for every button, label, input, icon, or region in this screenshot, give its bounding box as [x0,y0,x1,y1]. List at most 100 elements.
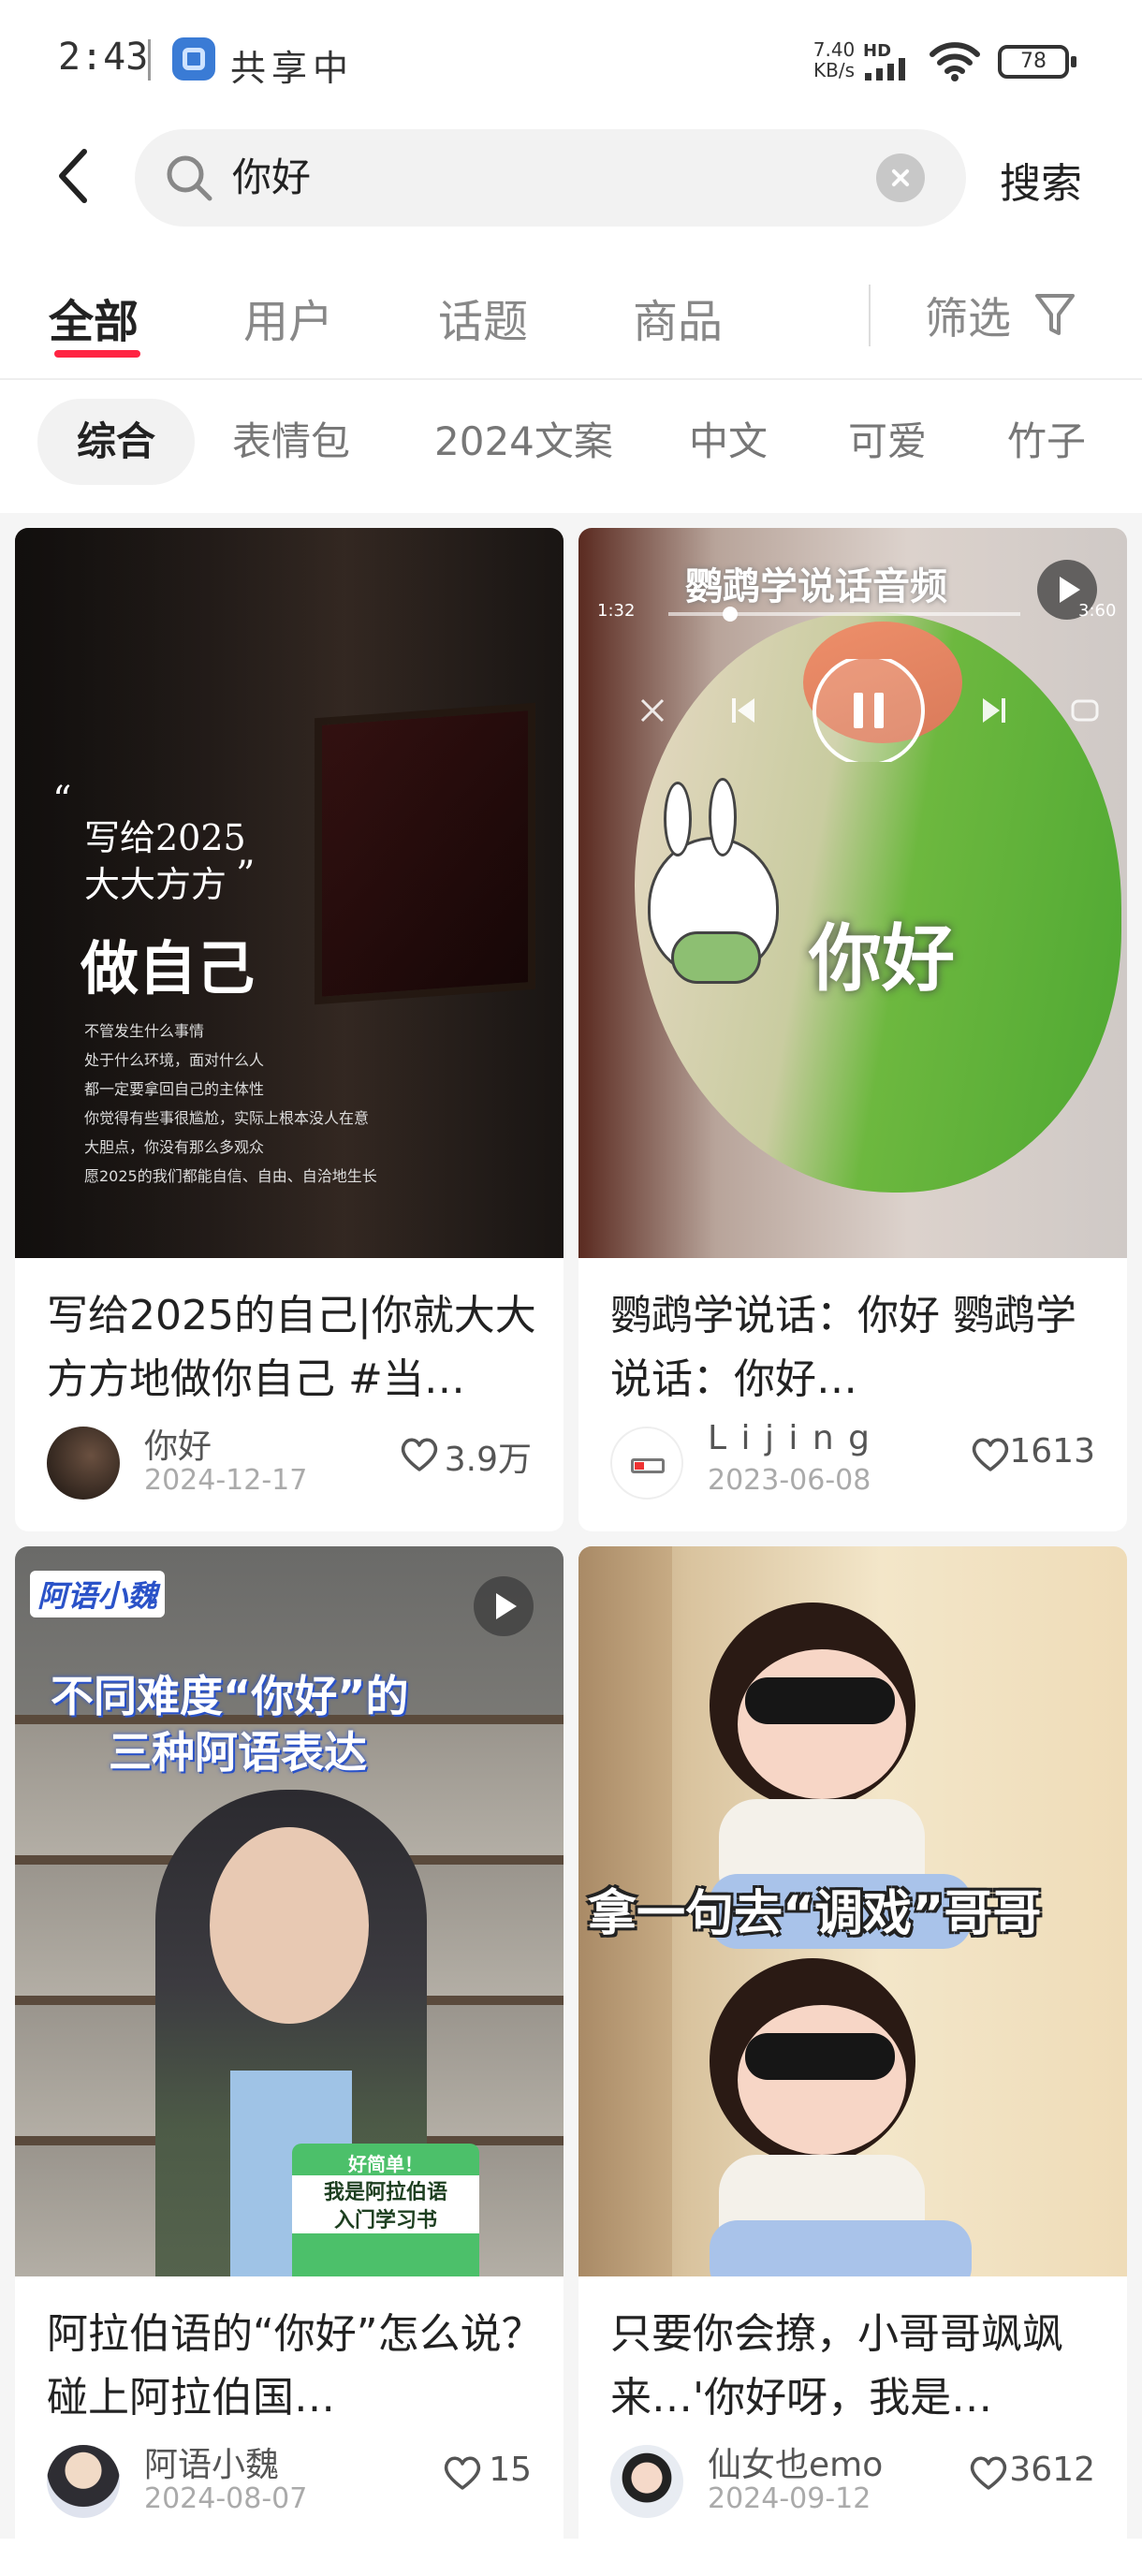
sunglasses-icon [745,1677,895,1724]
cover-caption: 鹦鹉学说话音频 [685,565,947,608]
pause-button-ring [813,659,925,762]
avatar[interactable] [610,1427,683,1500]
heart-icon[interactable] [442,2454,483,2492]
tab-topics[interactable]: 话题 [438,285,528,350]
post-date: 2024-08-07 [144,2482,308,2515]
active-tab-indicator [54,350,140,358]
author-name[interactable]: 你好 [144,1419,212,1468]
bunny-shirt [671,931,761,984]
post-date: 2024-09-12 [708,2482,871,2515]
cover-headline-line1: 不同难度“你好”的 [51,1671,409,1721]
tab-all[interactable]: 全部 [49,285,139,350]
battery-avatar-icon [631,1458,665,1473]
author-name[interactable]: L i j i n g [708,1419,871,1457]
audio-controls [640,659,1099,762]
note-cover-image[interactable]: 鹦鹉学说话音频 1:32 3:60 你好 [578,528,1127,1258]
post-date: 2024-12-17 [144,1464,308,1497]
back-arrow-icon[interactable] [52,148,99,204]
wifi-icon [930,42,980,81]
signal-icon [865,58,905,80]
status-bar: 2:43 共享中 7.40 KB/s HD 78 [0,0,1142,122]
tabs-divider [869,285,871,346]
note-cover-image[interactable]: “ 写给2025 大大方方 ” 做自己 不管发生什么事情 处于什么环境，面对什么… [15,528,564,1258]
cover-quote-line2: 大大方方 [84,864,227,905]
like-count: 15 [489,2451,532,2489]
cover-body-line: 不管发生什么事情 [84,1022,205,1040]
filter-button[interactable]: 筛选 [925,285,1011,346]
battery-icon: 78 [998,45,1076,79]
brand-logo: 阿语小魏 [30,1571,166,1617]
post-date: 2023-06-08 [708,1464,871,1497]
chip-cute[interactable]: 可爱 [848,399,927,485]
cover-headline-line2: 三种阿语表达 [109,1727,367,1778]
note-title[interactable]: 阿拉伯语的“你好”怎么说？碰上阿拉伯国… [47,2303,543,2430]
cover-body-line: 大胆点，你没有那么多观众 [84,1138,265,1156]
audio-progress-track[interactable] [668,607,1020,622]
cover-caption: 拿一句去“调戏”哥哥 [588,1886,1042,1942]
tab-users[interactable]: 用户 [243,285,333,350]
tab-products[interactable]: 商品 [633,285,723,350]
note-cover-image[interactable]: 好简单！ 我是阿拉伯语 入门学习书 阿语小魏 不同难度“你好”的 三种阿语表达 [15,1546,564,2276]
note-title[interactable]: 鹦鹉学说话：你好 鹦鹉学说话：你好… [610,1284,1106,1412]
note-cover-image[interactable]: 拿一句去“调戏”哥哥 [578,1546,1127,2276]
battery-avatar-level [635,1462,644,1470]
video-play-icon [474,1576,534,1636]
heart-icon[interactable] [399,1436,440,1473]
avatar[interactable] [47,1427,120,1500]
cover-body-line: 处于什么环境，面对什么人 [84,1051,265,1069]
author-name[interactable]: 仙女也emo [708,2437,883,2486]
previous-icon [732,698,754,723]
book-top-text: 好简单！ [348,2153,423,2175]
chip-chinese[interactable]: 中文 [689,399,768,485]
heart-icon[interactable] [968,2454,1009,2492]
battery-level: 78 [1020,50,1047,73]
audio-time-start: 1:32 [597,601,636,621]
note-card[interactable]: 鹦鹉学说话音频 1:32 3:60 你好 鹦鹉学说话：你好 鹦鹉学说话：你好… … [578,528,1127,1531]
author-name[interactable]: 阿语小魏 [144,2437,279,2486]
chip-bamboo[interactable]: 竹子 [1007,399,1086,485]
chip-comprehensive[interactable]: 综合 [37,399,195,485]
note-title[interactable]: 写给2025的自己|你就大大方方地做你自己 #当… [47,1284,543,1412]
status-divider [148,39,151,80]
screen-share-icon [172,37,215,80]
avatar[interactable] [610,2445,683,2518]
bunny-ear [664,782,692,856]
shuffle-icon [640,698,665,723]
note-card[interactable]: 拿一句去“调戏”哥哥 只要你会撩，小哥哥飒飒来…'你好呀，我是… 仙女也emo … [578,1546,1127,2576]
sharing-status: 共享中 [230,48,355,89]
like-count: 1613 [1009,1432,1095,1471]
like-count: 3612 [1009,2451,1095,2489]
cover-headline: 做自己 [81,934,256,1003]
network-speed-value: 7.40 [813,38,856,61]
clear-search-icon[interactable] [876,154,925,202]
heart-icon[interactable] [970,1436,1011,1473]
search-button[interactable]: 搜索 [1000,150,1082,210]
avatar[interactable] [47,2445,120,2518]
chip-2024-copy[interactable]: 2024文案 [434,399,613,485]
bunny-sticker [648,778,779,984]
chip-stickers[interactable]: 表情包 [232,399,350,485]
cover-big-text: 你好 [809,917,956,1002]
repeat-icon [1071,699,1099,722]
search-input[interactable]: 你好 [135,129,966,227]
note-card[interactable]: 好简单！ 我是阿拉伯语 入门学习书 阿语小魏 不同难度“你好”的 三种阿语表达 … [15,1546,564,2576]
search-icon [167,155,212,201]
status-time: 2:43 [58,36,149,79]
quote-open-mark: “ [52,779,72,822]
note-card[interactable]: “ 写给2025 大大方方 ” 做自己 不管发生什么事情 处于什么环境，面对什么… [15,528,564,1531]
like-count: 3.9万 [444,1441,532,1479]
next-icon [983,698,1005,723]
tabs-bottom-border [0,378,1142,380]
cover-quote-line1: 写给2025 [84,817,246,858]
search-query[interactable]: 你好 [232,152,311,204]
note-title[interactable]: 只要你会撩，小哥哥飒飒来…'你好呀，我是… [610,2303,1106,2430]
bunny-ear [709,778,737,856]
filter-icon[interactable] [1033,292,1076,339]
cover-body-line: 你觉得有些事很尴尬，实际上根本没人在意 [84,1109,370,1127]
book-prop: 好简单！ 我是阿拉伯语 入门学习书 [292,2144,479,2276]
presenter-face [210,1827,369,2024]
audio-progress-thumb[interactable] [723,607,738,622]
cover-body-line: 都一定要拿回自己的主体性 [84,1080,265,1098]
network-speed-unit: KB/s [813,59,855,81]
cover-body-text: 不管发生什么事情 处于什么环境，面对什么人 都一定要拿回自己的主体性 你觉得有些… [84,1017,377,1191]
